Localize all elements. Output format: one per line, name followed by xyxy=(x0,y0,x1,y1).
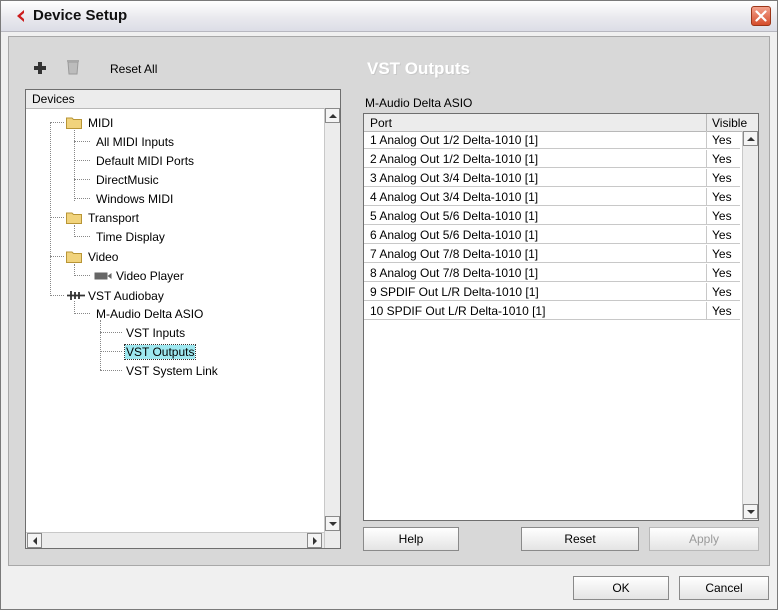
port-name-cell: 8 Analog Out 7/8 Delta-1010 [1] xyxy=(370,266,539,280)
chevron-down-icon xyxy=(747,510,755,514)
table-row[interactable]: 6 Analog Out 5/6 Delta-1010 [1] Yes xyxy=(364,226,740,244)
ports-table-header: Port Visible xyxy=(364,114,758,132)
table-row[interactable]: 7 Analog Out 7/8 Delta-1010 [1] Yes xyxy=(364,245,740,263)
scroll-right-button[interactable] xyxy=(307,533,322,548)
table-row[interactable]: 9 SPDIF Out L/R Delta-1010 [1] Yes xyxy=(364,283,740,301)
port-visible-cell[interactable]: Yes xyxy=(712,133,732,147)
port-visible-cell[interactable]: Yes xyxy=(712,285,732,299)
plus-icon[interactable] xyxy=(33,61,47,75)
port-name-cell: 5 Analog Out 5/6 Delta-1010 [1] xyxy=(370,209,539,223)
tree-vertical-scrollbar[interactable] xyxy=(324,108,340,548)
port-visible-cell[interactable]: Yes xyxy=(712,266,732,280)
scroll-left-button[interactable] xyxy=(27,533,42,548)
table-row[interactable]: 5 Analog Out 5/6 Delta-1010 [1] Yes xyxy=(364,207,740,225)
column-header-port[interactable]: Port xyxy=(370,116,392,130)
dialog-body: Reset All VST Outputs Devices MIDI All M… xyxy=(8,36,770,566)
chevron-left-icon xyxy=(33,537,37,545)
tree-header: Devices xyxy=(26,90,340,109)
chevron-down-icon xyxy=(329,522,337,526)
port-name-cell: 2 Analog Out 1/2 Delta-1010 [1] xyxy=(370,152,539,166)
port-visible-cell[interactable]: Yes xyxy=(712,152,732,166)
tree-horizontal-scrollbar[interactable] xyxy=(26,532,324,548)
port-name-cell: 7 Analog Out 7/8 Delta-1010 [1] xyxy=(370,247,539,261)
port-name-cell: 1 Analog Out 1/2 Delta-1010 [1] xyxy=(370,133,539,147)
video-player-icon xyxy=(94,272,112,280)
port-visible-cell[interactable]: Yes xyxy=(712,209,732,223)
scroll-down-button[interactable] xyxy=(743,504,758,519)
port-name-cell: 4 Analog Out 3/4 Delta-1010 [1] xyxy=(370,190,539,204)
port-visible-cell[interactable]: Yes xyxy=(712,190,732,204)
reset-all-button[interactable]: Reset All xyxy=(110,62,157,76)
port-name-cell: 10 SPDIF Out L/R Delta-1010 [1] xyxy=(370,304,546,318)
chevron-right-icon xyxy=(313,537,317,545)
scroll-up-button[interactable] xyxy=(743,131,758,146)
scroll-down-button[interactable] xyxy=(325,516,340,531)
chevron-up-icon xyxy=(747,137,755,141)
table-row[interactable]: 4 Analog Out 3/4 Delta-1010 [1] Yes xyxy=(364,188,740,206)
chevron-up-icon xyxy=(329,114,337,118)
column-header-visible[interactable]: Visible xyxy=(712,116,747,130)
devices-tree: Devices MIDI All MIDI Inputs Default MID… xyxy=(25,89,341,549)
panel-title: VST Outputs xyxy=(367,59,470,78)
folder-icon xyxy=(66,251,82,263)
close-icon xyxy=(755,10,767,22)
title-bar[interactable]: Device Setup xyxy=(1,1,777,32)
device-setup-window: Device Setup Reset All VST Outputs Devic… xyxy=(0,0,778,610)
scroll-up-button[interactable] xyxy=(325,108,340,123)
window-title: Device Setup xyxy=(33,7,128,24)
port-name-cell: 3 Analog Out 3/4 Delta-1010 [1] xyxy=(370,171,539,185)
ok-button[interactable]: OK xyxy=(573,576,669,600)
folder-icon xyxy=(66,117,82,129)
port-name-cell: 9 SPDIF Out L/R Delta-1010 [1] xyxy=(370,285,539,299)
close-button[interactable] xyxy=(751,6,771,26)
audio-connector-icon xyxy=(67,291,85,300)
apply-button[interactable]: Apply xyxy=(649,527,759,551)
folder-icon xyxy=(66,212,82,224)
table-row[interactable]: 8 Analog Out 7/8 Delta-1010 [1] Yes xyxy=(364,264,740,282)
port-visible-cell[interactable]: Yes xyxy=(712,247,732,261)
table-row[interactable]: 1 Analog Out 1/2 Delta-1010 [1] Yes xyxy=(364,131,740,149)
port-visible-cell[interactable]: Yes xyxy=(712,304,732,318)
port-visible-cell[interactable]: Yes xyxy=(712,228,732,242)
ports-table: Port Visible 1 Analog Out 1/2 Delta-1010… xyxy=(363,113,759,521)
table-row[interactable]: 2 Analog Out 1/2 Delta-1010 [1] Yes xyxy=(364,150,740,168)
cancel-button[interactable]: Cancel xyxy=(679,576,769,600)
cubase-logo-icon xyxy=(17,10,24,22)
help-button[interactable]: Help xyxy=(363,527,459,551)
reset-button[interactable]: Reset xyxy=(521,527,639,551)
table-row[interactable]: 10 SPDIF Out L/R Delta-1010 [1] Yes xyxy=(364,302,740,320)
ports-vertical-scrollbar[interactable] xyxy=(742,131,758,520)
table-row[interactable]: 3 Analog Out 3/4 Delta-1010 [1] Yes xyxy=(364,169,740,187)
device-name-label: M-Audio Delta ASIO xyxy=(365,96,473,110)
port-name-cell: 6 Analog Out 5/6 Delta-1010 [1] xyxy=(370,228,539,242)
trash-icon[interactable] xyxy=(66,59,80,75)
port-visible-cell[interactable]: Yes xyxy=(712,171,732,185)
